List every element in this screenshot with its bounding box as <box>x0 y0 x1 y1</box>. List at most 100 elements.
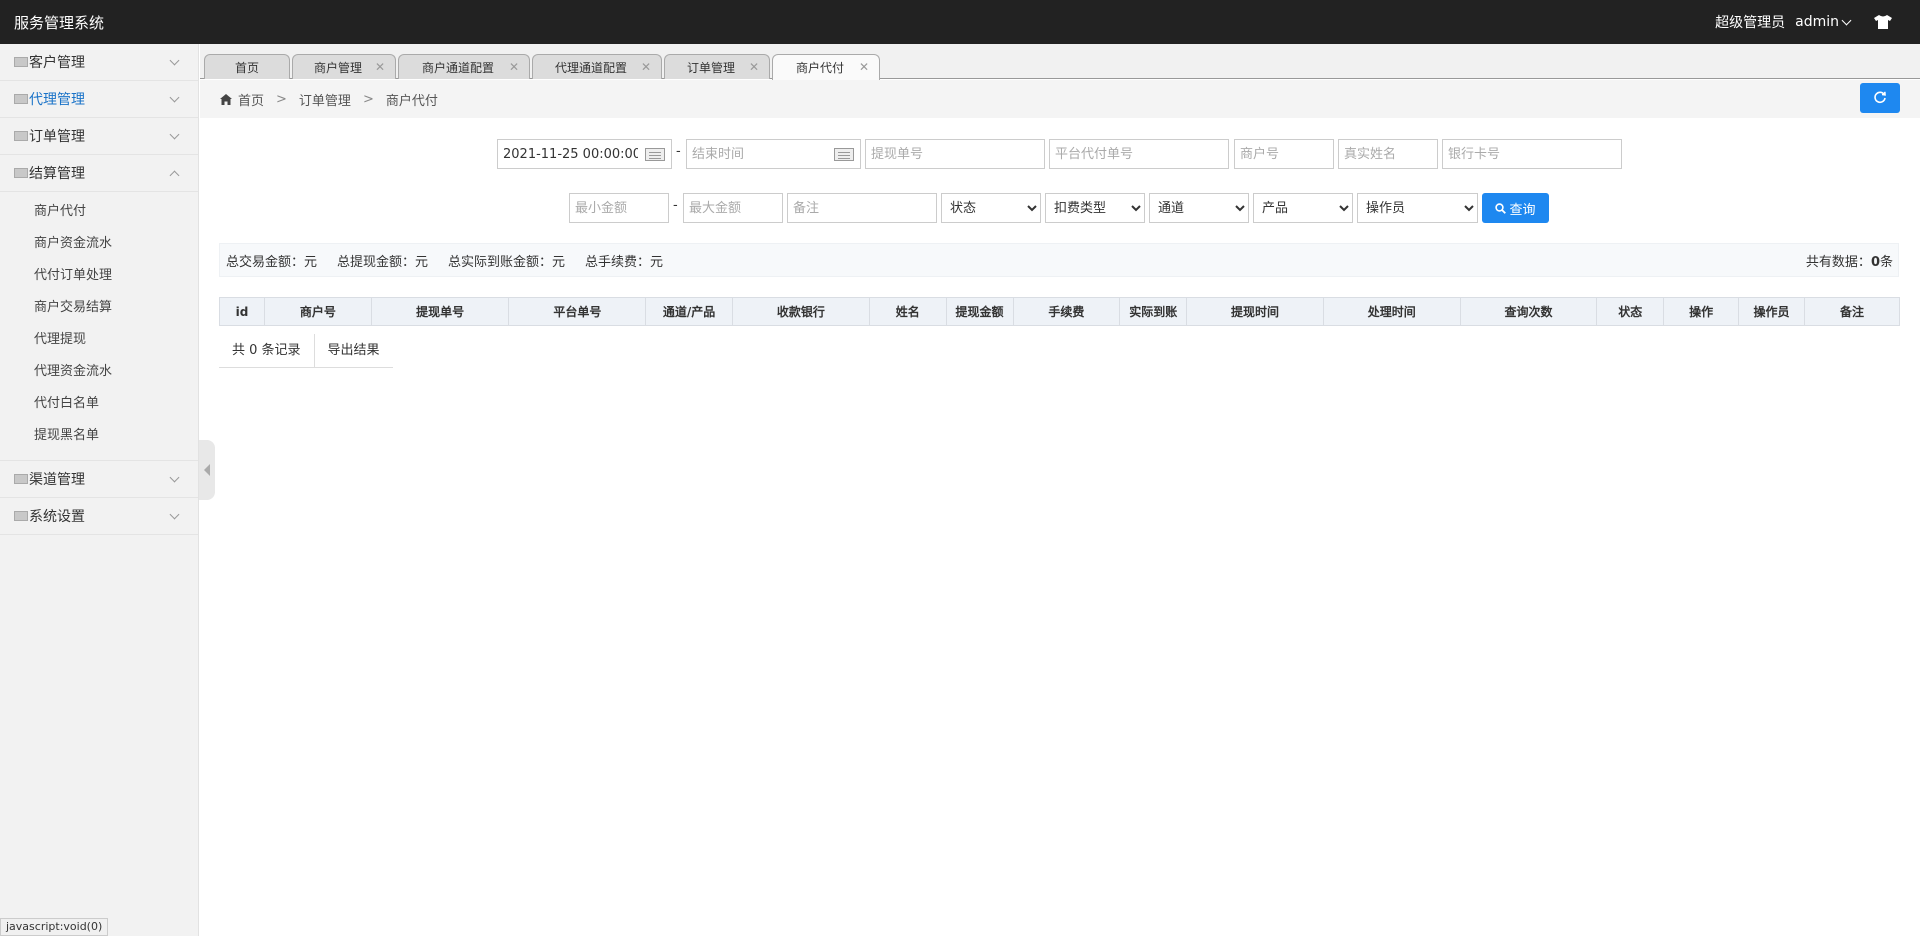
sidebar-item-withdraw-blacklist[interactable]: 提现黑名单 <box>0 420 198 452</box>
user-name: admin <box>1795 14 1839 30</box>
record-count: 共 0 条记录 <box>232 343 301 358</box>
tab-home[interactable]: 首页 <box>204 54 290 79</box>
sidebar-item-merchant-fund-flow[interactable]: 商户资金流水 <box>0 228 198 260</box>
column-header: 备注 <box>1804 297 1900 326</box>
close-icon[interactable]: ✕ <box>859 60 869 74</box>
column-header: 状态 <box>1596 297 1665 326</box>
operator-select[interactable]: 操作员 <box>1357 193 1478 223</box>
tab-merchant-payout[interactable]: 商户代付 ✕ <box>772 54 880 80</box>
refresh-button[interactable] <box>1860 83 1900 113</box>
sidebar-item-merchant-trade-settlement[interactable]: 商户交易结算 <box>0 292 198 324</box>
close-icon[interactable]: ✕ <box>641 60 651 74</box>
menu-icon <box>14 474 28 484</box>
chevron-down-icon <box>169 509 180 520</box>
tab-merchant-management[interactable]: 商户管理 ✕ <box>292 54 396 79</box>
column-header: 姓名 <box>868 297 947 326</box>
column-header: 提现时间 <box>1186 297 1324 326</box>
payout-table: id 商户号 提现单号 平台单号 通道/产品 收款银行 姓名 提现金额 手续费 … <box>219 297 1900 326</box>
menu-icon <box>14 131 28 141</box>
sidebar-collapse-handle[interactable] <box>199 440 215 500</box>
menu-group-label: 结算管理 <box>29 166 85 182</box>
menu-group-label: 客户管理 <box>29 55 85 71</box>
menu-group-agent[interactable]: 代理管理 <box>0 81 198 118</box>
chevron-left-icon <box>204 464 210 476</box>
product-select[interactable]: 产品 <box>1253 193 1353 223</box>
export-button[interactable]: 导出结果 <box>313 334 393 367</box>
tab-order-management[interactable]: 订单管理 ✕ <box>664 54 770 79</box>
total-actual-amount: 总实际到账金额：元 <box>448 254 566 270</box>
column-header: 平台单号 <box>508 297 647 326</box>
menu-icon <box>14 94 28 104</box>
search-icon <box>1495 202 1507 214</box>
sidebar-item-payout-whitelist[interactable]: 代付白名单 <box>0 388 198 420</box>
menu-group-label: 系统设置 <box>29 509 85 525</box>
start-time-field[interactable] <box>497 139 672 169</box>
range-separator: - <box>676 144 681 159</box>
theme-shirt-icon[interactable] <box>1874 15 1892 29</box>
remark-input[interactable] <box>787 193 937 223</box>
channel-select[interactable]: 通道 <box>1149 193 1249 223</box>
merchant-no-input[interactable] <box>1234 139 1334 169</box>
column-header: 操作员 <box>1738 297 1805 326</box>
total-withdraw-amount: 总提现金额：元 <box>337 254 429 270</box>
status-select[interactable]: 状态 <box>941 193 1041 223</box>
menu-group-channel[interactable]: 渠道管理 <box>0 461 198 498</box>
menu-icon <box>14 57 28 67</box>
user-role: 超级管理员 <box>1715 15 1786 31</box>
app-title: 服务管理系统 <box>14 13 105 32</box>
breadcrumb: 首页 > 订单管理 > 商户代付 <box>200 80 1920 118</box>
query-button[interactable]: 查询 <box>1482 193 1549 223</box>
breadcrumb-home[interactable]: 首页 <box>238 90 264 109</box>
real-name-input[interactable] <box>1338 139 1438 169</box>
chevron-down-icon <box>169 92 180 103</box>
column-header: 提现单号 <box>370 297 510 326</box>
chevron-down-icon <box>169 129 180 140</box>
menu-icon <box>14 168 28 178</box>
menu-group-label: 订单管理 <box>29 129 85 145</box>
min-amount-input[interactable] <box>569 193 669 223</box>
menu-group-customer[interactable]: 客户管理 <box>0 44 198 81</box>
withdraw-no-input[interactable] <box>865 139 1045 169</box>
platform-payout-no-input[interactable] <box>1049 139 1229 169</box>
tab-agent-channel-config[interactable]: 代理通道配置 ✕ <box>532 54 662 79</box>
sidebar-item-merchant-payout[interactable]: 商户代付 <box>0 196 198 228</box>
close-icon[interactable]: ✕ <box>375 60 385 74</box>
menu-group-settlement[interactable]: 结算管理 <box>0 155 198 192</box>
close-icon[interactable]: ✕ <box>509 60 519 74</box>
bank-card-input[interactable] <box>1442 139 1622 169</box>
chevron-down-icon <box>169 472 180 483</box>
user-menu-toggle[interactable]: admin <box>1795 14 1852 30</box>
calendar-icon[interactable] <box>645 148 665 161</box>
column-header: 操作 <box>1663 297 1740 326</box>
tab-merchant-channel-config[interactable]: 商户通道配置 ✕ <box>398 54 530 79</box>
end-time-input[interactable] <box>687 140 832 168</box>
column-header: 提现金额 <box>945 297 1014 326</box>
total-trade-amount: 总交易金额：元 <box>226 254 318 270</box>
column-header: 查询次数 <box>1459 297 1598 326</box>
end-time-field[interactable] <box>686 139 861 169</box>
menu-group-system[interactable]: 系统设置 <box>0 498 198 535</box>
table-header-row: id 商户号 提现单号 平台单号 通道/产品 收款银行 姓名 提现金额 手续费 … <box>219 297 1900 326</box>
tab-label: 代理通道配置 <box>554 60 627 75</box>
range-separator: - <box>673 198 678 213</box>
start-time-input[interactable] <box>498 140 643 168</box>
data-count: 共有数据：0条 <box>1806 251 1893 270</box>
tab-label: 首页 <box>234 60 259 75</box>
close-icon[interactable]: ✕ <box>749 60 759 74</box>
column-header: 处理时间 <box>1322 297 1461 326</box>
chevron-up-icon <box>169 170 180 181</box>
breadcrumb-order-management[interactable]: 订单管理 <box>299 90 351 109</box>
sidebar-item-payout-order-processing[interactable]: 代付订单处理 <box>0 260 198 292</box>
breadcrumb-current: 商户代付 <box>385 93 438 109</box>
sidebar-item-agent-fund-flow[interactable]: 代理资金流水 <box>0 356 198 388</box>
top-bar: 服务管理系统 超级管理员 admin <box>0 0 1920 44</box>
menu-group-order[interactable]: 订单管理 <box>0 118 198 155</box>
calendar-icon[interactable] <box>834 148 854 161</box>
chevron-down-icon <box>169 55 180 66</box>
sidebar-item-agent-withdraw[interactable]: 代理提现 <box>0 324 198 356</box>
column-header: 收款银行 <box>732 297 870 326</box>
fee-type-select[interactable]: 扣费类型 <box>1045 193 1145 223</box>
column-header: id <box>219 297 265 326</box>
total-fee: 总手续费：元 <box>585 254 664 270</box>
max-amount-input[interactable] <box>683 193 783 223</box>
